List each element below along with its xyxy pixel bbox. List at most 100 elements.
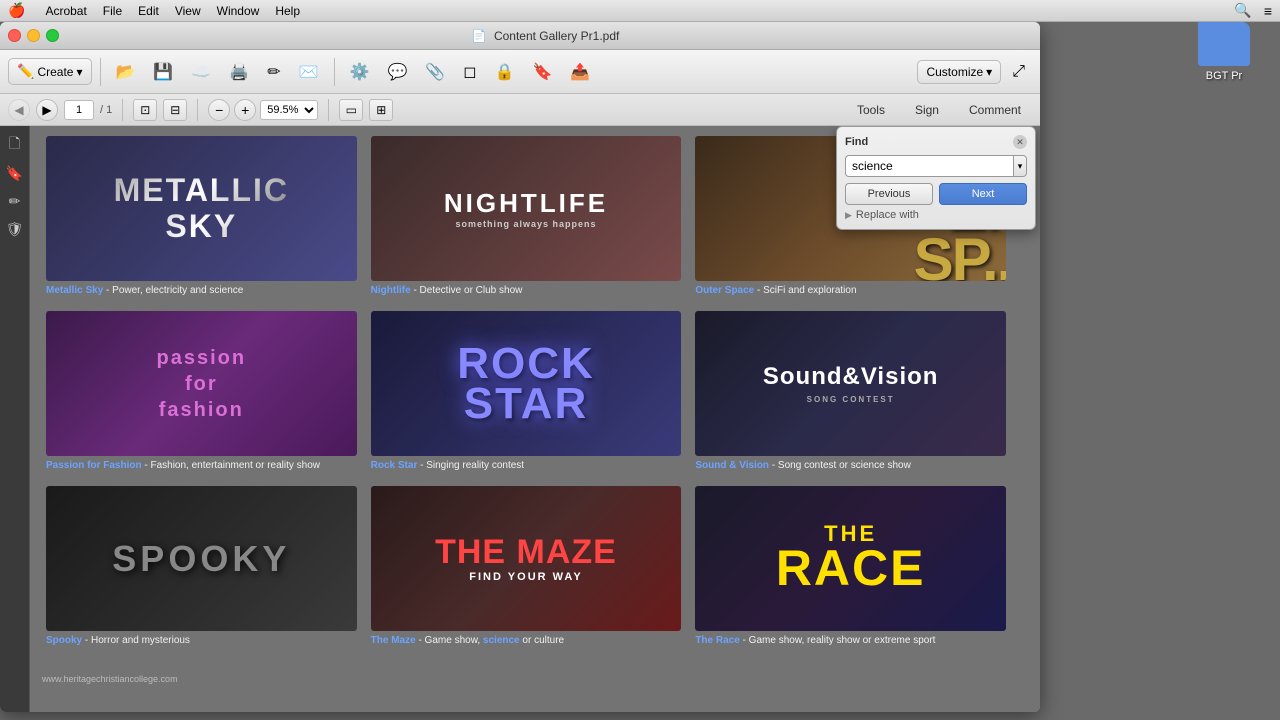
- gallery-item-passion-fashion[interactable]: passion for fashion Passion for Fashion …: [46, 311, 357, 472]
- customize-button[interactable]: Customize ▾: [917, 60, 1001, 84]
- title-rock-star[interactable]: Rock Star: [371, 460, 418, 471]
- page-number-input[interactable]: [64, 100, 94, 120]
- caption-spooky: Spooky - Horror and mysterious: [46, 634, 357, 647]
- title-the-maze[interactable]: The Maze: [371, 635, 416, 646]
- nav-separator-2: [197, 99, 198, 121]
- caption-sound-vision: Sound & Vision - Song contest or science…: [695, 459, 1006, 472]
- thumb-the-race: THE RACE: [695, 486, 1006, 631]
- page-total: / 1: [100, 104, 112, 116]
- find-input-row: ▾: [845, 155, 1027, 177]
- title-metallic-sky[interactable]: Metallic Sky: [46, 285, 103, 296]
- find-title: Find: [845, 136, 868, 148]
- nav-forward-button[interactable]: ▶: [36, 99, 58, 121]
- create-icon: ✏️: [17, 63, 34, 80]
- traffic-lights: [8, 29, 59, 42]
- open-button[interactable]: 📂: [109, 57, 143, 87]
- desktop-folder[interactable]: BGT Pr: [1198, 22, 1250, 82]
- settings-button[interactable]: ⚙️: [343, 57, 377, 87]
- title-bar: 📄 Content Gallery Pr1.pdf: [0, 22, 1040, 50]
- find-next-button[interactable]: Next: [939, 183, 1027, 205]
- replace-arrow-icon: ▶: [845, 210, 852, 221]
- find-dialog: Find ✕ ▾ Previous Next ▶ Replace with: [836, 126, 1036, 230]
- minimize-button[interactable]: [27, 29, 40, 42]
- cloud-button[interactable]: ☁️: [184, 57, 218, 87]
- save-button[interactable]: 💾: [146, 57, 180, 87]
- content-area: 🗋 🔖 ✏ 🛡 METALLIC SKY Metallic Sky: [0, 126, 1040, 712]
- print-button[interactable]: 🖨️: [222, 57, 256, 87]
- thumb-rock-star: ROCK STAR: [371, 311, 682, 456]
- apple-menu[interactable]: 🍎: [8, 2, 25, 19]
- menu-edit[interactable]: Edit: [130, 2, 167, 20]
- tools-button[interactable]: Tools: [846, 99, 896, 121]
- customize-dropdown-arrow: ▾: [986, 65, 992, 79]
- nav-separator-1: [122, 99, 123, 121]
- highlight-science-maze: science: [483, 635, 520, 646]
- title-the-race[interactable]: The Race: [695, 635, 739, 646]
- caption-metallic-sky: Metallic Sky - Power, electricity and sc…: [46, 284, 357, 297]
- list-icon[interactable]: ≡: [1264, 3, 1272, 19]
- find-close-button[interactable]: ✕: [1013, 135, 1027, 149]
- replace-row[interactable]: ▶ Replace with: [845, 209, 1027, 221]
- menu-view[interactable]: View: [167, 2, 209, 20]
- find-header: Find ✕: [845, 135, 1027, 149]
- sign-button[interactable]: Sign: [904, 99, 950, 121]
- caption-outer-space: Outer Space - SciFi and exploration: [695, 284, 1006, 297]
- find-buttons: Previous Next: [845, 183, 1027, 205]
- folder-icon: [1198, 22, 1250, 66]
- maximize-button[interactable]: [46, 29, 59, 42]
- gallery-item-rock-star[interactable]: ROCK STAR Rock Star - Singing reality co…: [371, 311, 682, 472]
- search-menubar-icon[interactable]: 🔍: [1234, 2, 1251, 19]
- watermark: www.heritagechristiancollege.com: [42, 674, 178, 684]
- sidebar-page-icon[interactable]: 🗋: [4, 134, 26, 156]
- toolbar-separator-1: [100, 58, 101, 86]
- title-passion-fashion[interactable]: Passion for Fashion: [46, 460, 142, 471]
- sidebar-security-icon[interactable]: 🛡: [4, 218, 26, 240]
- menu-acrobat[interactable]: Acrobat: [37, 2, 94, 20]
- zoom-out-button[interactable]: −: [208, 99, 230, 121]
- gallery-item-spooky[interactable]: SPOOKY Spooky - Horror and mysterious: [46, 486, 357, 647]
- export-button[interactable]: 📤: [563, 57, 597, 87]
- shapes-button[interactable]: ◻: [456, 57, 483, 87]
- title-nightlife[interactable]: Nightlife: [371, 285, 411, 296]
- thumb-passion-fashion: passion for fashion: [46, 311, 357, 456]
- window-expand-button[interactable]: ⤢: [1005, 58, 1032, 86]
- gallery-item-the-maze[interactable]: THE MAZE FIND YOUR WAY The Maze - Game s…: [371, 486, 682, 647]
- comment-bubble-button[interactable]: 💬: [380, 57, 414, 87]
- comment-button[interactable]: Comment: [958, 99, 1032, 121]
- caption-the-maze: The Maze - Game show, science or culture: [371, 634, 682, 647]
- close-button[interactable]: [8, 29, 21, 42]
- menu-file[interactable]: File: [95, 2, 130, 20]
- title-outer-space[interactable]: Outer Space: [695, 285, 754, 296]
- gallery-item-metallic-sky[interactable]: METALLIC SKY Metallic Sky - Power, elect…: [46, 136, 357, 297]
- fit-page-button[interactable]: ⊡: [133, 99, 157, 121]
- zoom-in-button[interactable]: +: [234, 99, 256, 121]
- caption-passion-fashion: Passion for Fashion - Fashion, entertain…: [46, 459, 357, 472]
- gallery-item-nightlife[interactable]: NIGHTLIFE something always happens Night…: [371, 136, 682, 297]
- find-previous-button[interactable]: Previous: [845, 183, 933, 205]
- zoom-select[interactable]: 59.5% 50% 75% 100% 125%: [260, 100, 318, 120]
- single-page-view[interactable]: ▭: [339, 99, 363, 121]
- attach-button[interactable]: 📎: [418, 57, 452, 87]
- nav-back-button[interactable]: ◀: [8, 99, 30, 121]
- title-spooky[interactable]: Spooky: [46, 635, 82, 646]
- title-sound-vision[interactable]: Sound & Vision: [695, 460, 769, 471]
- lock-button[interactable]: 🔒: [488, 57, 522, 87]
- gallery-item-sound-vision[interactable]: Sound&Vision SONG CONTEST Sound & Vision…: [695, 311, 1006, 472]
- bookmark-button[interactable]: 🔖: [525, 57, 559, 87]
- find-dropdown-button[interactable]: ▾: [1013, 155, 1027, 177]
- gallery-item-the-race[interactable]: THE RACE The Race - Game show, reality s…: [695, 486, 1006, 647]
- fit-width-button[interactable]: ⊟: [163, 99, 187, 121]
- sidebar-edit-icon[interactable]: ✏: [4, 190, 26, 212]
- email-button[interactable]: ✉️: [292, 57, 326, 87]
- create-button[interactable]: ✏️ Create ▾: [8, 58, 92, 85]
- sidebar-bookmark-icon[interactable]: 🔖: [4, 162, 26, 184]
- menu-help[interactable]: Help: [267, 2, 308, 20]
- menu-bar: 🍎 Acrobat File Edit View Window Help 🔍 ≡: [0, 0, 1280, 22]
- caption-the-race: The Race - Game show, reality show or ex…: [695, 634, 1006, 647]
- continuous-view[interactable]: ⊞: [369, 99, 393, 121]
- edit-button[interactable]: ✏: [260, 57, 287, 87]
- nav-separator-3: [328, 99, 329, 121]
- left-sidebar: 🗋 🔖 ✏ 🛡: [0, 126, 30, 712]
- find-search-input[interactable]: [845, 155, 1013, 177]
- menu-window[interactable]: Window: [209, 2, 268, 20]
